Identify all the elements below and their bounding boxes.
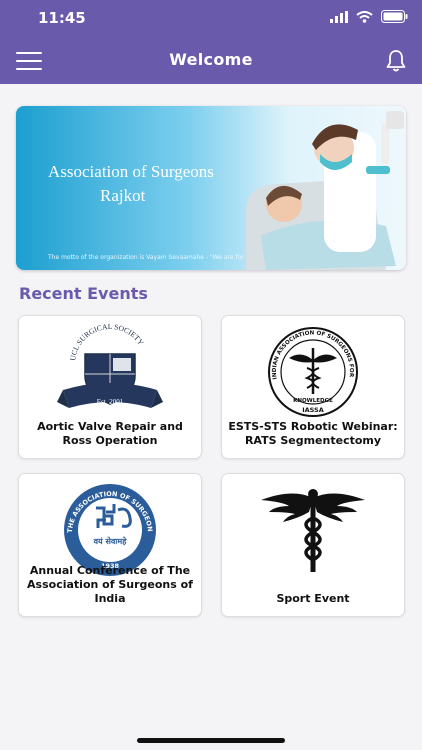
event-card[interactable]: UCL SURGICAL SOCIETY Est. 2001 Aortic Va… (18, 315, 202, 459)
event-card[interactable]: THE ASSOCIATION OF SURGEONS OF INDIA वयं… (18, 473, 202, 617)
page-title: Welcome (169, 50, 253, 69)
recent-events-title: Recent Events (19, 284, 148, 303)
bell-icon[interactable] (384, 49, 408, 73)
banner-subtitle: Rajkot (100, 186, 146, 205)
event-card[interactable]: Sport Event (221, 473, 405, 617)
event-title: ESTS-STS Robotic Webinar: RATS Segmentec… (228, 420, 398, 447)
status-bar: 11:45 (0, 0, 422, 38)
app-bar: Welcome (0, 38, 422, 84)
svg-text:वयं सेवामहे: वयं सेवामहे (93, 536, 128, 546)
banner[interactable]: Association of Surgeons Rajkot The motto… (16, 106, 406, 270)
event-card[interactable]: INDIAN ASSOCIATION OF SURGEONS FOR SLEEP… (221, 315, 405, 459)
svg-text:IASSA: IASSA (302, 406, 324, 414)
banner-title: Association of Surgeons (48, 162, 214, 181)
home-indicator[interactable] (137, 738, 285, 743)
wifi-icon (356, 10, 373, 23)
event-title: Sport Event (276, 592, 350, 605)
dentist-illustration (246, 111, 404, 270)
svg-text:Est. 2001: Est. 2001 (97, 398, 124, 406)
svg-text:KNOWLEDGE: KNOWLEDGE (293, 398, 333, 404)
event-title: Aortic Valve Repair and Ross Operation (37, 420, 183, 447)
iassa-logo: INDIAN ASSOCIATION OF SURGEONS FOR SLEEP… (259, 324, 358, 417)
status-time: 11:45 (38, 9, 86, 27)
ucl-surgical-society-logo: UCL SURGICAL SOCIETY Est. 2001 (57, 324, 163, 408)
caduceus-logo (261, 489, 365, 572)
signal-icon (330, 10, 348, 23)
event-title: Annual Conference of The Association of … (27, 564, 193, 605)
battery-icon (381, 10, 408, 23)
